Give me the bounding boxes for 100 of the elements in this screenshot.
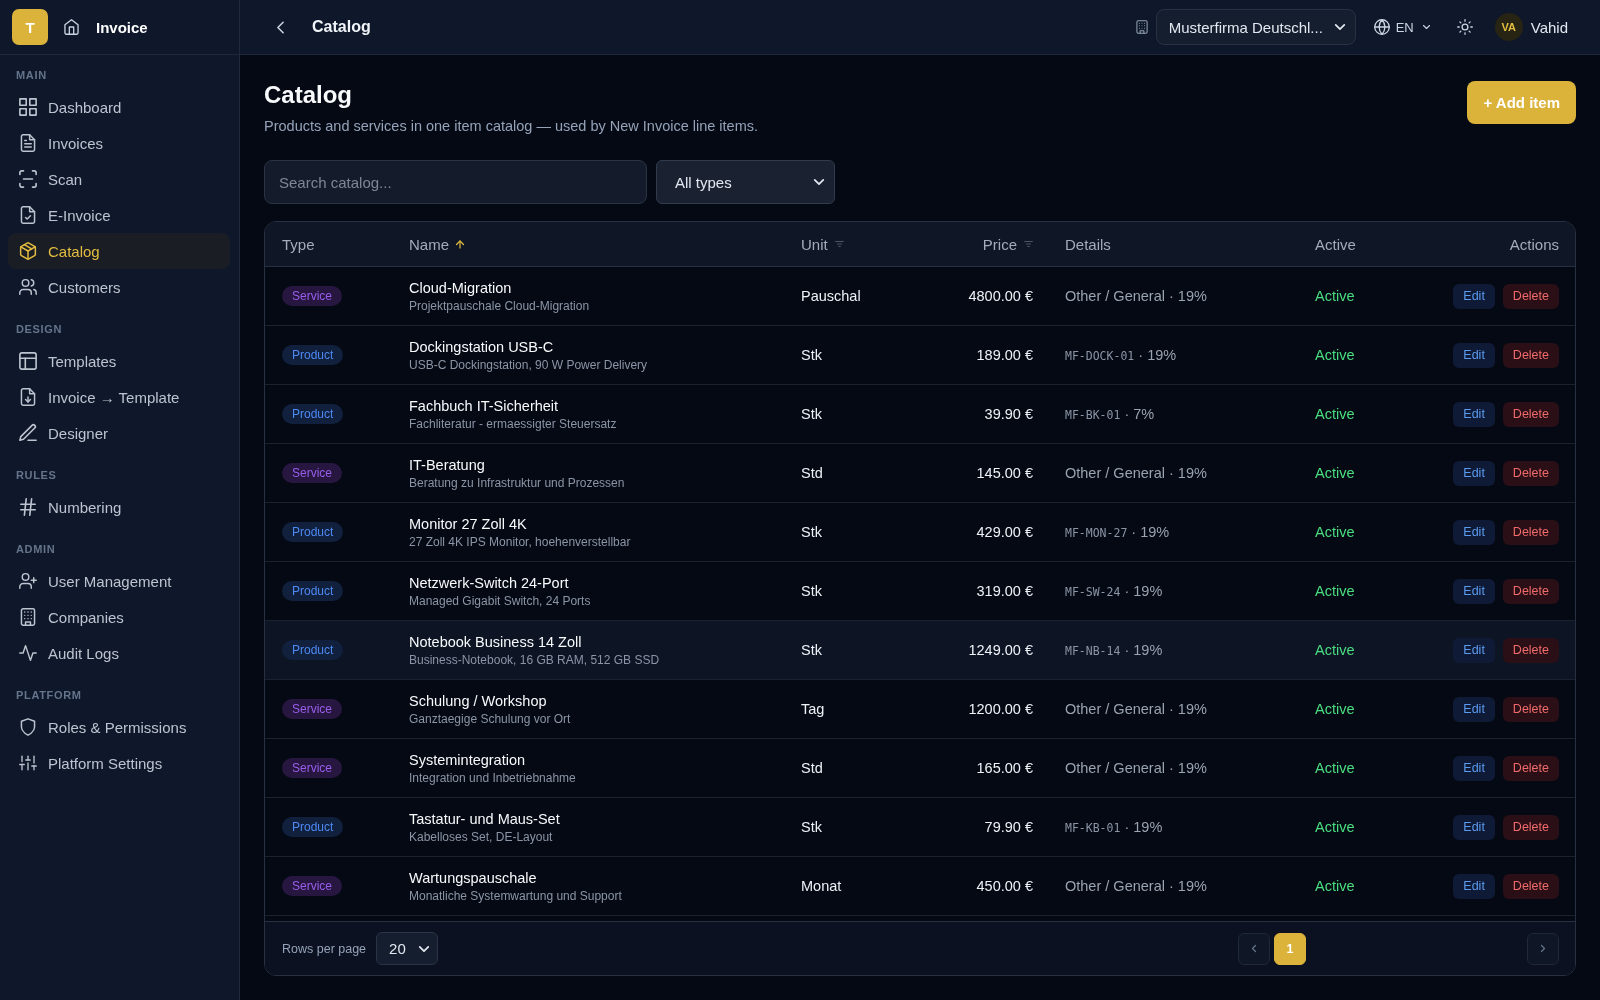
price-text: 39.90 € xyxy=(984,406,1033,422)
status-text: Active xyxy=(1315,465,1355,481)
details-text: MF-BK-01 · 7% xyxy=(1065,406,1155,422)
item-description: Projektpauschale Cloud-Migration xyxy=(409,297,590,314)
document-arrow-icon xyxy=(19,388,37,406)
price-text: 189.00 € xyxy=(976,347,1033,363)
users-icon xyxy=(19,278,37,296)
status-text: Active xyxy=(1315,583,1355,599)
globe-icon xyxy=(1373,19,1390,35)
edit-button[interactable]: Edit xyxy=(1453,578,1495,604)
edit-button[interactable]: Edit xyxy=(1453,873,1495,899)
delete-button[interactable]: Delete xyxy=(1502,578,1559,604)
edit-button[interactable]: Edit xyxy=(1453,814,1495,840)
delete-button[interactable]: Delete xyxy=(1502,814,1559,840)
edit-button[interactable]: Edit xyxy=(1453,519,1495,545)
edit-button[interactable]: Edit xyxy=(1453,755,1495,781)
sidebar-item[interactable]: Platform Settings xyxy=(8,745,230,781)
sidebar-item[interactable]: Audit Logs xyxy=(8,635,230,671)
item-name: Dockingstation USB-C xyxy=(409,337,554,356)
sidebar-item[interactable]: User Management xyxy=(8,563,230,599)
type-badge: Product xyxy=(282,522,344,542)
status-text: Active xyxy=(1315,347,1355,363)
edit-button[interactable]: Edit xyxy=(1453,342,1495,368)
sidebar-item[interactable]: Customers xyxy=(8,269,230,305)
app-title: Invoice xyxy=(96,18,148,36)
price-text: 1249.00 € xyxy=(968,642,1033,658)
type-badge: Product xyxy=(282,640,344,660)
edit-button[interactable]: Edit xyxy=(1453,401,1495,427)
item-description: Integration und Inbetriebnahme xyxy=(409,769,576,786)
sidebar-item[interactable]: Invoice → Template xyxy=(8,379,230,415)
sidebar-item[interactable]: Designer xyxy=(8,415,230,451)
sidebar-item[interactable]: Dashboard xyxy=(8,89,230,125)
column-header: Details xyxy=(1065,235,1111,253)
edit-button[interactable]: Edit xyxy=(1453,696,1495,722)
price-text: 429.00 € xyxy=(976,524,1033,540)
type-badge: Service xyxy=(282,463,342,483)
column-header[interactable]: Name xyxy=(409,235,449,253)
unit-text: Monat xyxy=(801,878,842,894)
unit-text: Pauschal xyxy=(801,288,861,304)
item-name: Wartungspauschale xyxy=(409,868,537,887)
chevron-down-icon xyxy=(1334,24,1345,30)
type-select[interactable]: All types xyxy=(656,160,835,204)
sidebar-item[interactable]: E-Invoice xyxy=(8,197,230,233)
status-text: Active xyxy=(1315,524,1355,540)
delete-button[interactable]: Delete xyxy=(1502,873,1559,899)
chevron-down-icon xyxy=(419,945,430,952)
sidebar-item[interactable]: Companies xyxy=(8,599,230,635)
unit-text: Stk xyxy=(801,524,822,540)
price-text: 145.00 € xyxy=(976,465,1033,481)
delete-button[interactable]: Delete xyxy=(1502,342,1559,368)
type-badge: Product xyxy=(282,817,344,837)
delete-button[interactable]: Delete xyxy=(1502,519,1559,545)
delete-button[interactable]: Delete xyxy=(1502,401,1559,427)
sidebar-item[interactable]: Roles & Permissions xyxy=(8,709,230,745)
grid-icon xyxy=(19,98,37,116)
edit-button[interactable]: Edit xyxy=(1453,283,1495,309)
price-text: 1200.00 € xyxy=(968,701,1033,717)
section-label: ADMIN xyxy=(15,542,57,557)
status-text: Active xyxy=(1315,642,1355,658)
avatar[interactable]: VA xyxy=(1494,13,1523,41)
unit-text: Std xyxy=(801,465,823,481)
details-text: MF-KB-01 · 19% xyxy=(1065,819,1163,835)
edit-button[interactable]: Edit xyxy=(1453,460,1495,486)
details-text: MF-NB-14 · 19% xyxy=(1065,642,1163,658)
search-field[interactable]: Search catalog... xyxy=(264,160,647,204)
details-text: MF-SW-24 · 19% xyxy=(1065,583,1163,599)
company-select[interactable]: Musterfirma Deutschl... xyxy=(1155,9,1356,45)
building-icon xyxy=(19,608,37,626)
item-description: Monatliche Systemwartung und Support xyxy=(409,887,622,904)
item-description: Ganztaegige Schulung vor Ort xyxy=(409,710,571,727)
item-name: Cloud-Migration xyxy=(409,278,512,297)
sidebar-item[interactable]: Templates xyxy=(8,343,230,379)
delete-button[interactable]: Delete xyxy=(1502,696,1559,722)
item-description: USB-C Dockingstation, 90 W Power Delivery xyxy=(409,356,648,373)
rows-per-page-select[interactable]: 20 xyxy=(376,932,439,965)
home-icon[interactable] xyxy=(64,19,79,35)
delete-button[interactable]: Delete xyxy=(1502,460,1559,486)
page-subtitle: Products and services in one item catalog — used by New Invoice line items. xyxy=(264,117,759,136)
delete-button[interactable]: Delete xyxy=(1502,755,1559,781)
edit-button[interactable]: Edit xyxy=(1453,637,1495,663)
type-badge: Service xyxy=(282,876,342,896)
chevron-left-icon[interactable] xyxy=(277,20,284,34)
language-button[interactable]: EN xyxy=(1373,19,1430,35)
sidebar-item[interactable]: Catalog xyxy=(8,233,230,269)
details-text: Other / General · 19% xyxy=(1065,465,1207,481)
column-header[interactable]: Price xyxy=(982,235,1017,253)
pen-icon xyxy=(19,424,37,442)
item-name: IT-Beratung xyxy=(409,455,485,474)
sidebar-item[interactable]: Invoices xyxy=(8,125,230,161)
pulse-icon xyxy=(19,644,37,662)
sun-icon[interactable] xyxy=(1456,19,1473,35)
sidebar-item[interactable]: Scan xyxy=(8,161,230,197)
delete-button[interactable]: Delete xyxy=(1502,283,1559,309)
chevron-right-icon xyxy=(1541,945,1545,952)
unit-text: Stk xyxy=(801,583,822,599)
item-name: Schulung / Workshop xyxy=(409,691,547,710)
sidebar-item[interactable]: Numbering xyxy=(8,489,230,525)
column-header[interactable]: Unit xyxy=(801,235,828,253)
price-text: 450.00 € xyxy=(976,878,1033,894)
delete-button[interactable]: Delete xyxy=(1502,637,1559,663)
